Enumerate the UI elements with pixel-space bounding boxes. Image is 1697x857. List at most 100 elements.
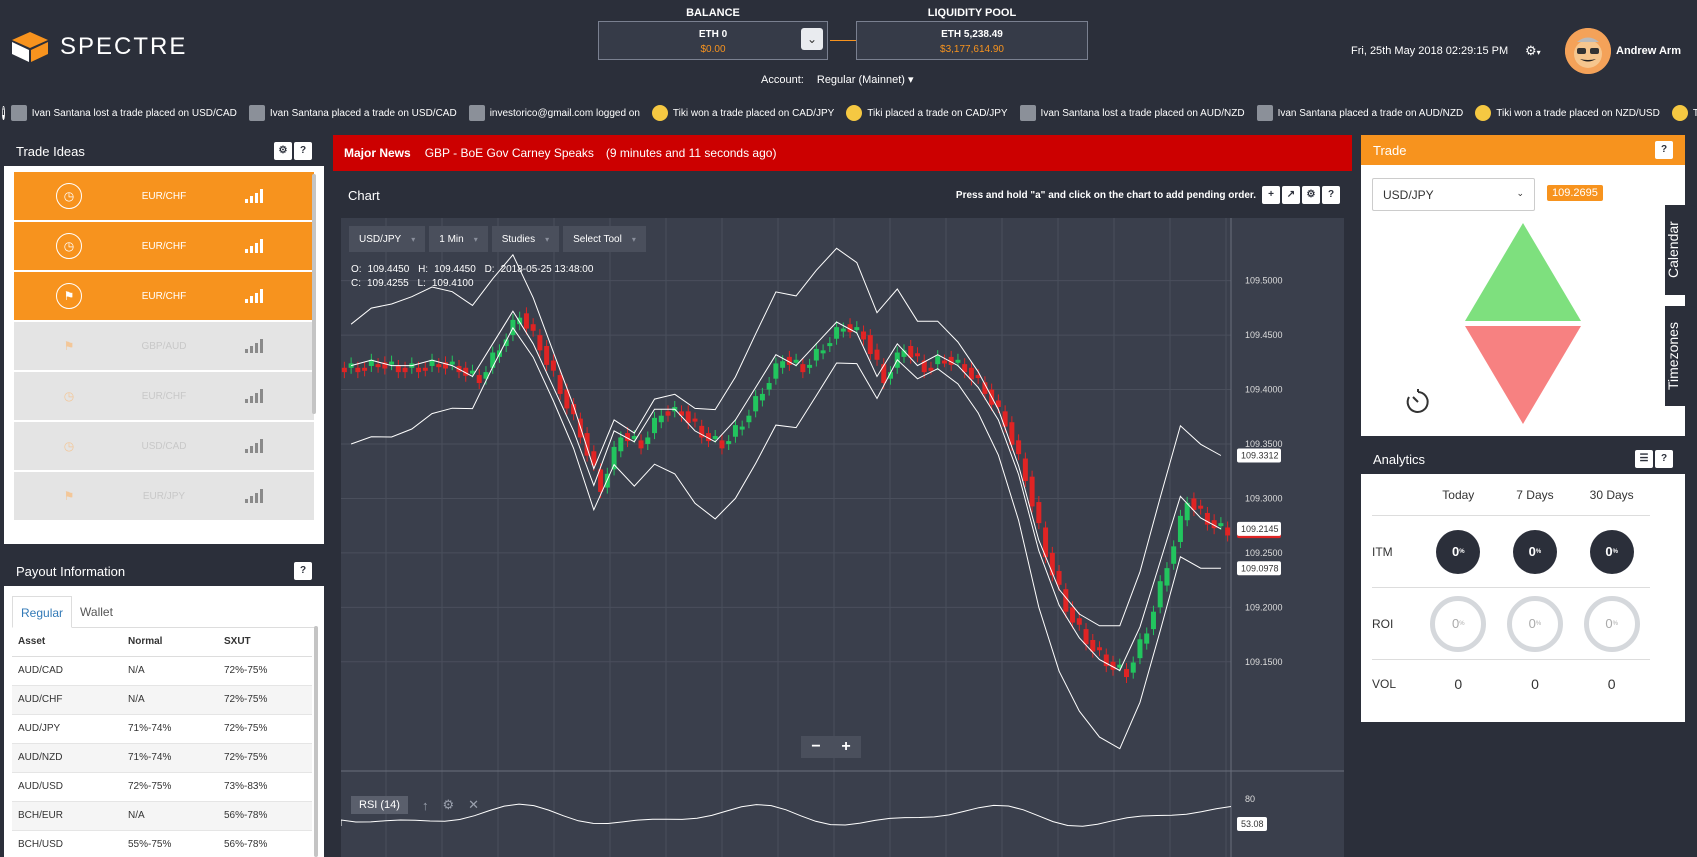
ohlc-date: 2018-05-25 13:48:00 [500,264,594,275]
list-view-button[interactable]: ☰ [1635,450,1653,468]
balance-dropdown-button[interactable]: ⌄ [801,28,823,50]
candle [1171,546,1177,564]
coin-avatar-icon [846,105,863,121]
studies-select[interactable]: Studies ▾ [491,226,560,252]
help-button[interactable]: ? [294,562,312,580]
account-selector[interactable]: Account: Regular (Mainnet) ▾ [761,73,914,86]
add-button[interactable]: + [1262,186,1280,204]
trade-idea-row[interactable]: ⚑ GBP/AUD [14,322,314,370]
popout-button[interactable]: ↗ [1282,186,1300,204]
candle [645,437,651,444]
gear-icon[interactable]: ⚙ [442,797,454,813]
column-header: Asset [12,628,122,657]
trade-idea-row[interactable]: ◷ EUR/CHF [14,372,314,420]
help-button[interactable]: ? [1655,450,1673,468]
trade-idea-row[interactable]: ◷ EUR/CHF [14,222,314,270]
candle [773,363,779,379]
info-icon[interactable]: i [2,106,5,120]
table-row[interactable]: AUD/CHF N/A 72%-75% [12,685,312,715]
settings-button[interactable]: ⚙ [1302,186,1320,204]
price-chart[interactable]: 109.5000 109.4500 109.4000 109.3500 109.3000… [341,218,1344,857]
help-button[interactable]: ? [1655,141,1673,159]
ohlc-open: 109.4450 [367,264,410,275]
table-cell: N/A [122,685,218,715]
trade-idea-row[interactable]: ⚑ EUR/JPY [14,472,314,520]
middle-band-label: 109.2145 [1241,524,1279,534]
table-cell: AUD/USD [12,772,122,802]
clock-icon: ◷ [63,439,75,453]
settings-menu[interactable]: ⚙▾ [1525,43,1541,59]
tool-label: Studies [501,233,536,245]
candle [759,393,765,401]
table-row[interactable]: AUD/NZD 71%-74% 72%-75% [12,743,312,773]
settings-button[interactable]: ⚙ [274,142,292,160]
tool-label: USD/JPY [359,233,402,245]
news-label: Major News [344,146,411,160]
trade-idea-row[interactable]: ⚑ EUR/CHF [14,272,314,320]
asset-select[interactable]: USD/JPY ⌄ [1372,178,1535,211]
ticker-text: Ivan Santana placed a trade on AUD/NZD [1277,107,1464,119]
y-tick-label: 109.4500 [1245,330,1283,340]
tab-regular[interactable]: Regular [12,596,73,628]
candle [1150,611,1156,630]
scrollbar[interactable] [314,626,318,857]
trade-panel: Trade ? USD/JPY ⌄ 109.2695 [1361,135,1685,436]
candle [375,364,381,368]
table-cell: BCH/EUR [12,801,122,831]
itm-row: ITM 0% 0% 0% [1372,516,1650,588]
panel-title: Trade Ideas [16,143,85,159]
timezones-tab[interactable]: Timezones [1665,306,1697,406]
interval-select[interactable]: 1 Min ▾ [429,226,488,252]
panel-title: Analytics [1373,451,1426,467]
zoom-out-button[interactable]: − [801,736,831,758]
table-row[interactable]: AUD/JPY 71%-74% 72%-75% [12,714,312,744]
table-row[interactable]: BCH/USD 55%-75% 56%-78% [12,830,312,857]
table-row[interactable]: AUD/CAD N/A 72%-75% [12,656,312,686]
signal-bars-icon [245,439,263,453]
user-name[interactable]: Andrew Arm [1616,45,1681,57]
table-row[interactable]: BCH/EUR N/A 56%-78% [12,801,312,831]
candle [941,360,947,364]
symbol-select[interactable]: USD/JPY ▾ [349,226,426,252]
candle [840,328,846,332]
table-cell: AUD/JPY [12,714,122,744]
table-cell: 56%-78% [218,830,312,857]
major-news-bar[interactable]: Major News GBP - BoE Gov Carney Speaks (… [333,135,1352,171]
candle [618,437,624,452]
put-button[interactable] [1465,326,1581,426]
help-button[interactable]: ? [294,142,312,160]
question-icon: ? [1660,453,1668,464]
avatar[interactable] [1565,28,1611,74]
table-row[interactable]: AUD/USD 72%-75% 73%-83% [12,772,312,802]
trade-idea-row[interactable]: ◷ EUR/CHF [14,172,314,220]
candle [1157,581,1163,608]
trade-idea-pair: EUR/CHF [141,290,187,302]
trade-idea-pair: EUR/CHF [141,190,187,202]
arrow-up-icon [1465,223,1581,321]
rsi-study-label[interactable]: RSI (14) [351,796,408,814]
row-label: ROI [1372,616,1394,631]
tab-wallet[interactable]: Wallet [72,596,121,627]
tool-select[interactable]: Select Tool ▾ [563,226,646,252]
calendar-tab[interactable]: Calendar [1665,205,1697,295]
plus-icon: + [1268,189,1274,200]
help-button[interactable]: ? [1322,186,1340,204]
candle [746,415,752,423]
logo[interactable]: SPECTRE [8,30,187,64]
rsi-value-label: 53.08 [1241,819,1264,829]
user-avatar-icon [1565,28,1611,74]
ticker-text: Tiki placed a trade on CAD/JPY [867,107,1008,119]
scrollbar[interactable] [312,174,316,414]
zoom-in-button[interactable]: + [831,736,861,758]
call-button[interactable] [1465,223,1581,323]
clock-icon: ◷ [56,233,82,259]
pool-label: LIQUIDITY POOL [927,7,1017,19]
ticker-text: Tiki w [1692,107,1697,119]
trade-idea-row[interactable]: ◷ USD/CAD [14,422,314,470]
candle [550,360,556,371]
flag-icon: ⚑ [63,339,75,353]
timer-button[interactable] [1403,387,1433,417]
arrow-up-icon[interactable]: ↑ [422,798,429,813]
chart-area[interactable]: 109.5000 109.4500 109.4000 109.3500 109.3000… [341,218,1344,857]
close-icon[interactable]: ✕ [468,797,479,813]
